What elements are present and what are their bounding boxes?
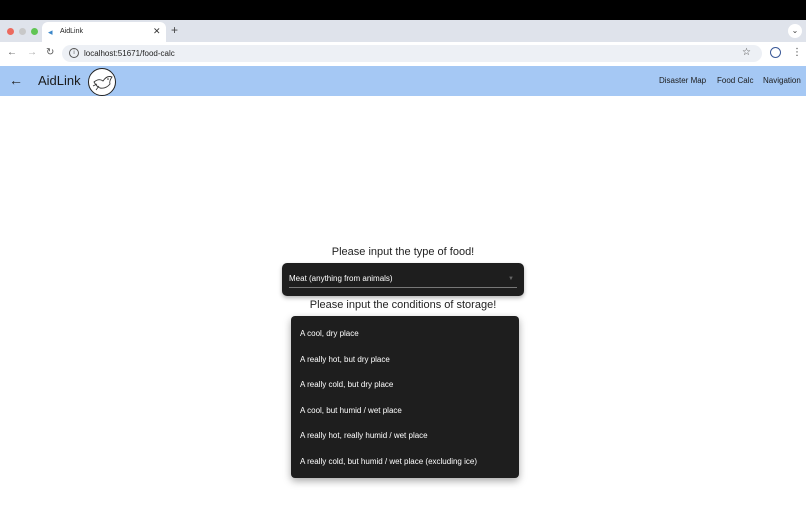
browser-toolbar: ← → ↻ i localhost:51671/food-calc ☆ ⋮: [0, 42, 806, 65]
browser-tab[interactable]: ◂ AidLink ✕: [42, 22, 166, 42]
nav-navigation[interactable]: Navigation: [763, 76, 801, 86]
nav-food-calc[interactable]: Food Calc: [717, 76, 753, 86]
tab-search-icon[interactable]: ⌄: [788, 24, 802, 38]
storage-prompt: Please input the conditions of storage!: [309, 299, 497, 311]
maximize-window-button[interactable]: [31, 28, 38, 35]
storage-option[interactable]: A cool, dry place: [291, 321, 519, 347]
storage-option[interactable]: A really hot, really humid / wet place: [291, 423, 519, 449]
back-arrow-icon[interactable]: ←: [9, 72, 23, 88]
reload-icon[interactable]: ↻: [46, 46, 54, 60]
dropdown-arrow-icon: ▼: [508, 276, 514, 282]
flutter-favicon-icon: ◂: [48, 27, 53, 37]
minimize-window-button[interactable]: [19, 28, 26, 35]
app-title: AidLink: [38, 73, 81, 88]
storage-option[interactable]: A cool, but humid / wet place: [291, 398, 519, 424]
browser-forward-icon[interactable]: →: [27, 46, 37, 60]
tab-close-icon[interactable]: ✕: [153, 26, 161, 36]
nav-disaster-map[interactable]: Disaster Map: [659, 76, 706, 86]
close-window-button[interactable]: [7, 28, 14, 35]
app-bar: ← AidLink Disaster Map Food Calc Navigat…: [0, 66, 806, 96]
address-bar[interactable]: i localhost:51671/food-calc ☆: [62, 45, 762, 62]
storage-option[interactable]: A really hot, but dry place: [291, 347, 519, 373]
tab-title: AidLink: [60, 28, 83, 35]
browser-menu-icon[interactable]: ⋮: [792, 46, 802, 60]
bookmark-star-icon[interactable]: ☆: [742, 47, 751, 59]
storage-options-menu: A cool, dry place A really hot, but dry …: [291, 316, 519, 478]
food-type-dropdown[interactable]: Meat (anything from animals) ▼: [282, 263, 524, 296]
dove-logo-icon: [92, 76, 113, 91]
storage-option[interactable]: A really cold, but humid / wet place (ex…: [291, 449, 519, 475]
new-tab-button[interactable]: +: [171, 23, 178, 37]
app-logo: [88, 68, 116, 96]
os-top-bar: [0, 0, 806, 20]
url-text[interactable]: localhost:51671/food-calc: [84, 48, 175, 59]
site-info-icon[interactable]: i: [69, 48, 79, 58]
browser-back-icon[interactable]: ←: [7, 46, 17, 60]
browser-tab-strip: ◂ AidLink ✕ + ⌄: [0, 20, 806, 42]
dropdown-underline: [289, 287, 517, 288]
food-type-prompt: Please input the type of food!: [331, 246, 475, 258]
storage-option[interactable]: A really cold, but dry place: [291, 372, 519, 398]
profile-icon[interactable]: [770, 47, 781, 58]
food-type-selected-value: Meat (anything from animals): [289, 274, 393, 283]
